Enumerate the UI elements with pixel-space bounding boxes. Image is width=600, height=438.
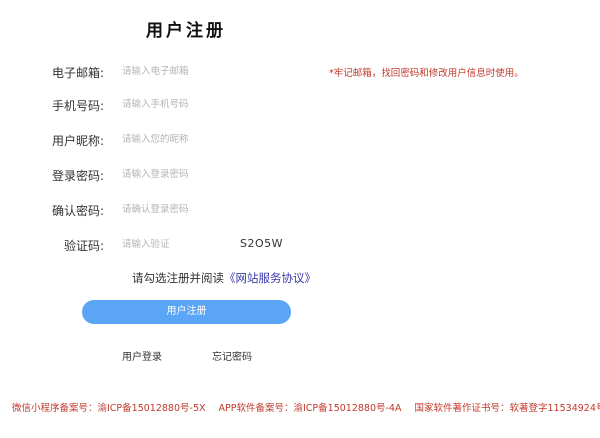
software-copyright: 国家软件著作证书号：软著登字11534924号 — [414, 403, 600, 414]
captcha-label: 验证码: — [63, 239, 104, 253]
phone-row: 手机号码: — [0, 94, 600, 116]
password-field[interactable] — [118, 164, 312, 184]
captcha-field[interactable] — [118, 234, 226, 254]
agreement-prefix: 请勾选注册并阅读 — [132, 271, 224, 285]
email-field[interactable] — [118, 61, 312, 81]
captcha-row: 验证码: S2O5W — [0, 234, 600, 256]
email-row: 电子邮箱: *牢记邮箱，找回密码和修改用户信息时使用。 — [0, 61, 600, 83]
email-hint-text: 牢记邮箱，找回密码和修改用户信息时使用。 — [333, 68, 524, 79]
nickname-label: 用户昵称: — [51, 134, 104, 148]
agreement-text[interactable]: 请勾选注册并阅读《网站服务协议》 — [132, 270, 316, 286]
confirm-password-label: 确认密码: — [51, 204, 104, 218]
footer: 微信小程序备案号：渝ICP备15012880号-5X APP软件备案号：渝ICP… — [12, 400, 600, 414]
nickname-field[interactable] — [118, 129, 312, 149]
app-record: APP软件备案号：渝ICP备15012880号-4A — [218, 403, 402, 414]
email-hint: *牢记邮箱，找回密码和修改用户信息时使用。 — [329, 65, 524, 79]
phone-label: 手机号码: — [51, 99, 104, 113]
phone-field[interactable] — [118, 94, 312, 114]
register-button[interactable]: 用户注册 — [82, 300, 291, 324]
service-agreement-link[interactable]: 《网站服务协议》 — [224, 271, 316, 285]
miniprogram-record: 微信小程序备案号：渝ICP备15012880号-5X — [12, 403, 206, 414]
captcha-code[interactable]: S2O5W — [240, 237, 283, 250]
page-title: 用户注册 — [146, 21, 226, 41]
confirm-password-field[interactable] — [118, 199, 312, 219]
confirm-password-row: 确认密码: — [0, 199, 600, 221]
email-label: 电子邮箱: — [51, 66, 104, 80]
forgot-password-link[interactable]: 忘记密码 — [212, 348, 252, 363]
password-label: 登录密码: — [51, 169, 104, 183]
nickname-row: 用户昵称: — [0, 129, 600, 151]
login-link[interactable]: 用户登录 — [122, 348, 162, 363]
password-row: 登录密码: — [0, 164, 600, 186]
